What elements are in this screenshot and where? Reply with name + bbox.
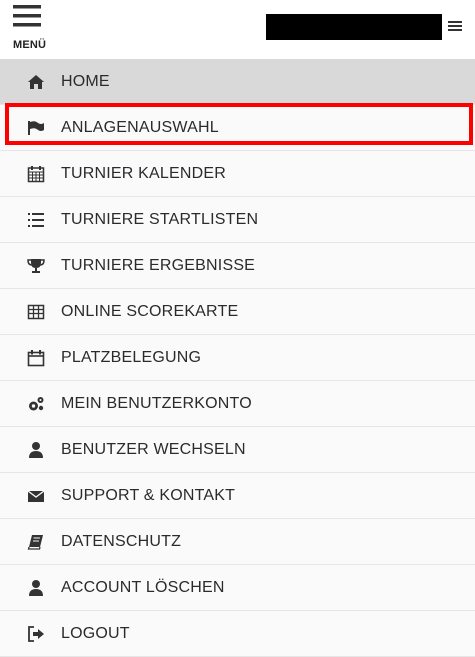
nav-item-benutzer-wechseln[interactable]: BENUTZER WECHSELN: [0, 427, 475, 473]
nav-item-account-loeschen[interactable]: ACCOUNT LÖSCHEN: [0, 565, 475, 611]
envelope-icon: [26, 486, 46, 506]
nav-item-support-kontakt[interactable]: SUPPORT & KONTAKT: [0, 473, 475, 519]
nav-label: ONLINE SCOREKARTE: [61, 303, 239, 320]
user-icon: [26, 440, 46, 460]
nav-label: TURNIERE STARTLISTEN: [61, 211, 259, 228]
top-bar: MENÜ: [0, 0, 475, 59]
nav-label: BENUTZER WECHSELN: [61, 441, 246, 458]
nav-item-turnier-kalender[interactable]: TURNIER KALENDER: [0, 151, 475, 197]
nav-label: MEIN BENUTZERKONTO: [61, 395, 252, 412]
nav-item-datenschutz[interactable]: DATENSCHUTZ: [0, 519, 475, 565]
side-navigation: HOME ANLAGENAUSWAHL TURNIER KALENDER TUR…: [0, 59, 475, 657]
nav-label: LOGOUT: [61, 625, 130, 642]
menu-label: MENÜ: [13, 39, 47, 51]
menu-button[interactable]: MENÜ: [13, 2, 53, 54]
nav-label: ACCOUNT LÖSCHEN: [61, 579, 225, 596]
book-icon: [26, 532, 46, 552]
nav-item-mein-benutzerkonto[interactable]: MEIN BENUTZERKONTO: [0, 381, 475, 427]
gears-icon: [26, 394, 46, 414]
calendar-outline-icon: [26, 348, 46, 368]
nav-item-online-scorekarte[interactable]: ONLINE SCOREKARTE: [0, 289, 475, 335]
nav-item-logout[interactable]: LOGOUT: [0, 611, 475, 657]
nav-label: HOME: [61, 73, 110, 90]
nav-item-anlagenauswahl[interactable]: ANLAGENAUSWAHL: [0, 105, 475, 151]
nav-label: SUPPORT & KONTAKT: [61, 487, 236, 504]
hamburger-icon: [13, 5, 41, 27]
home-icon: [26, 72, 46, 92]
nav-item-platzbelegung[interactable]: PLATZBELEGUNG: [0, 335, 475, 381]
table-icon: [26, 302, 46, 322]
trophy-icon: [26, 256, 46, 276]
nav-label: ANLAGENAUSWAHL: [61, 119, 219, 136]
nav-label: TURNIER KALENDER: [61, 165, 227, 182]
list-ordered-icon: [26, 210, 46, 230]
calendar-icon: [26, 164, 46, 184]
flag-icon: [26, 118, 46, 138]
sign-out-icon: [26, 624, 46, 644]
nav-label: PLATZBELEGUNG: [61, 349, 202, 366]
nav-label: TURNIERE ERGEBNISSE: [61, 257, 256, 274]
user-icon: [26, 578, 46, 598]
nav-label: DATENSCHUTZ: [61, 533, 182, 550]
redacted-title: [266, 14, 442, 40]
nav-item-turniere-ergebnisse[interactable]: TURNIERE ERGEBNISSE: [0, 243, 475, 289]
nav-item-home[interactable]: HOME: [0, 59, 475, 105]
nav-item-turniere-startlisten[interactable]: TURNIERE STARTLISTEN: [0, 197, 475, 243]
hamburger-small-icon[interactable]: [447, 18, 463, 34]
